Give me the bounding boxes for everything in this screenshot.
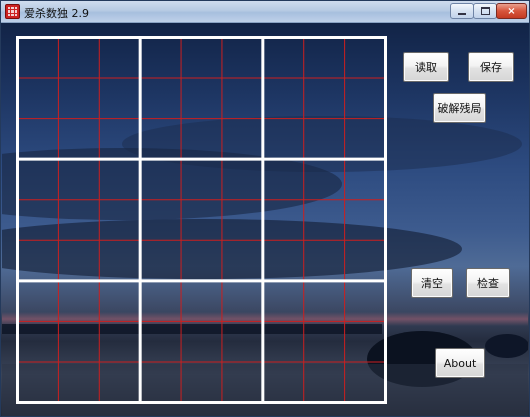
close-icon: × [507, 5, 516, 17]
sudoku-cell[interactable] [304, 78, 345, 119]
sudoku-cell[interactable] [304, 200, 345, 241]
sudoku-cell[interactable] [263, 240, 304, 281]
sudoku-cell[interactable] [345, 38, 386, 79]
sudoku-cell[interactable] [263, 362, 304, 403]
sudoku-cell[interactable] [99, 240, 140, 281]
sudoku-cell[interactable] [345, 78, 386, 119]
sudoku-cell[interactable] [18, 119, 59, 160]
sudoku-cell[interactable] [18, 200, 59, 241]
sudoku-cell[interactable] [222, 240, 263, 281]
clear-button[interactable]: 清空 [411, 268, 453, 298]
sudoku-app-icon [5, 4, 20, 19]
sudoku-cell[interactable] [99, 78, 140, 119]
sudoku-cell[interactable] [345, 321, 386, 362]
sudoku-cell[interactable] [181, 200, 222, 241]
sudoku-cell[interactable] [140, 240, 181, 281]
sudoku-cell[interactable] [181, 281, 222, 322]
sudoku-cell[interactable] [304, 38, 345, 79]
sudoku-cell[interactable] [58, 119, 99, 160]
sudoku-cell[interactable] [58, 78, 99, 119]
sudoku-board [16, 36, 387, 404]
sudoku-cell[interactable] [181, 119, 222, 160]
sudoku-cell[interactable] [99, 200, 140, 241]
maximize-icon [480, 7, 490, 15]
sudoku-cell[interactable] [345, 200, 386, 241]
sudoku-cell[interactable] [345, 119, 386, 160]
sudoku-cell[interactable] [222, 78, 263, 119]
sudoku-cell[interactable] [222, 362, 263, 403]
sudoku-cell[interactable] [58, 159, 99, 200]
sudoku-cell[interactable] [140, 119, 181, 160]
sudoku-cell[interactable] [18, 240, 59, 281]
sudoku-cell[interactable] [263, 38, 304, 79]
sudoku-cell[interactable] [304, 321, 345, 362]
sudoku-cell[interactable] [263, 78, 304, 119]
title-bar[interactable]: 爱杀数独 2.9 × [1, 1, 529, 23]
sudoku-cell[interactable] [304, 159, 345, 200]
sudoku-cell[interactable] [181, 38, 222, 79]
sudoku-cell[interactable] [99, 321, 140, 362]
sudoku-cell[interactable] [140, 362, 181, 403]
sudoku-cell[interactable] [140, 321, 181, 362]
maximize-button[interactable] [473, 3, 497, 19]
sudoku-cell[interactable] [304, 240, 345, 281]
sudoku-cell[interactable] [222, 119, 263, 160]
sudoku-cell[interactable] [181, 240, 222, 281]
sudoku-cell[interactable] [222, 159, 263, 200]
sudoku-cell[interactable] [18, 38, 59, 79]
sudoku-cell[interactable] [304, 362, 345, 403]
sudoku-cell[interactable] [18, 159, 59, 200]
solve-puzzle-button[interactable]: 破解残局 [433, 93, 486, 123]
sudoku-cell[interactable] [99, 281, 140, 322]
sudoku-cell[interactable] [263, 119, 304, 160]
sudoku-cell[interactable] [58, 240, 99, 281]
sudoku-cell[interactable] [18, 281, 59, 322]
app-window: 爱杀数独 2.9 × 读取 保存 破解残局 清空 检查 About [0, 0, 530, 417]
sudoku-cell[interactable] [140, 281, 181, 322]
sudoku-cell[interactable] [99, 119, 140, 160]
sudoku-cell[interactable] [58, 362, 99, 403]
sudoku-cell[interactable] [345, 159, 386, 200]
sudoku-cell[interactable] [18, 78, 59, 119]
sudoku-cell[interactable] [181, 159, 222, 200]
sudoku-cell[interactable] [345, 281, 386, 322]
sudoku-cell[interactable] [181, 78, 222, 119]
sudoku-cell[interactable] [263, 200, 304, 241]
sudoku-cell[interactable] [58, 38, 99, 79]
sudoku-cell[interactable] [345, 240, 386, 281]
sudoku-cell[interactable] [140, 78, 181, 119]
sudoku-cell[interactable] [222, 281, 263, 322]
sudoku-cell[interactable] [263, 321, 304, 362]
sudoku-cell[interactable] [58, 200, 99, 241]
minimize-button[interactable] [450, 3, 474, 19]
sudoku-cell[interactable] [263, 281, 304, 322]
sudoku-cell[interactable] [140, 200, 181, 241]
check-button[interactable]: 检查 [466, 268, 510, 298]
sudoku-cell[interactable] [99, 159, 140, 200]
sudoku-cell[interactable] [58, 321, 99, 362]
save-button[interactable]: 保存 [468, 52, 514, 82]
sudoku-cell[interactable] [263, 159, 304, 200]
about-button[interactable]: About [435, 348, 485, 378]
sudoku-cell[interactable] [222, 200, 263, 241]
sudoku-cell[interactable] [58, 281, 99, 322]
sudoku-cell[interactable] [18, 362, 59, 403]
sudoku-cell[interactable] [222, 321, 263, 362]
read-button[interactable]: 读取 [403, 52, 449, 82]
sudoku-cell[interactable] [99, 38, 140, 79]
sudoku-cell[interactable] [345, 362, 386, 403]
minimize-icon [458, 13, 466, 15]
sudoku-cell[interactable] [304, 281, 345, 322]
sudoku-cell[interactable] [304, 119, 345, 160]
sudoku-cell[interactable] [181, 321, 222, 362]
sudoku-cell[interactable] [140, 159, 181, 200]
sudoku-cell[interactable] [181, 362, 222, 403]
close-button[interactable]: × [496, 3, 527, 19]
sudoku-cell[interactable] [222, 38, 263, 79]
sudoku-cell[interactable] [140, 38, 181, 79]
sudoku-cell[interactable] [99, 362, 140, 403]
sudoku-cell[interactable] [18, 321, 59, 362]
window-title: 爱杀数独 2.9 [24, 7, 89, 20]
